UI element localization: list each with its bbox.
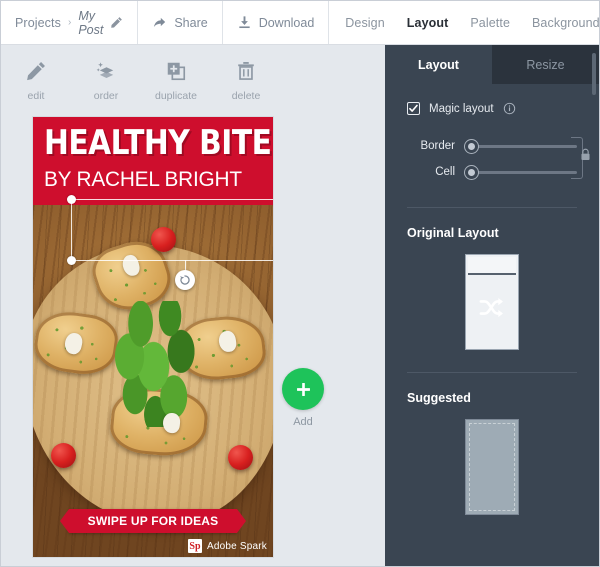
add-button-label: Add — [293, 416, 313, 428]
suggested-title: Suggested — [407, 391, 471, 405]
trash-icon — [235, 57, 257, 85]
duplicate-icon — [165, 57, 187, 85]
share-button[interactable]: Share — [138, 1, 223, 44]
spark-logo-text: Adobe Spark — [206, 540, 267, 552]
breadcrumb: Projects › My Post — [1, 1, 139, 44]
add-button[interactable] — [282, 368, 324, 410]
element-toolstrip: edit order duplicate delete — [1, 57, 281, 111]
panel-tab-layout[interactable]: Layout — [385, 45, 492, 84]
add-control: Add — [279, 368, 327, 428]
magic-layout-label: Magic layout — [429, 102, 494, 115]
canvas-area: edit order duplicate delete HEALTHY BITE… — [1, 45, 387, 566]
magic-layout-row: Magic layout — [385, 84, 599, 115]
panel-divider-2 — [407, 372, 577, 373]
tab-background[interactable]: Background — [532, 16, 599, 30]
panel-scrollbar[interactable] — [592, 53, 596, 95]
info-icon[interactable] — [503, 102, 516, 115]
editor-tabs: Design Layout Palette Background Text — [329, 1, 599, 44]
breadcrumb-projects[interactable]: Projects — [15, 16, 61, 30]
pencil-icon[interactable] — [110, 16, 123, 29]
breadcrumb-separator: › — [67, 17, 72, 28]
thumbnail-header-band — [468, 257, 516, 275]
tool-duplicate-label: duplicate — [154, 90, 198, 102]
panel-divider — [407, 207, 577, 208]
check-icon — [409, 104, 418, 112]
tool-delete[interactable]: delete — [211, 57, 281, 102]
download-icon — [237, 15, 252, 30]
tool-order[interactable]: order — [71, 57, 141, 102]
poster-subtitle[interactable]: BY RACHEL BRIGHT — [44, 169, 262, 191]
food-photo[interactable] — [33, 205, 273, 557]
spark-editor-window: Projects › My Post Share Download Design… — [0, 0, 600, 567]
original-layout-thumb-wrap — [385, 254, 599, 350]
border-slider-knob[interactable] — [465, 139, 478, 153]
download-label: Download — [258, 15, 315, 30]
border-slider-label: Border — [420, 140, 455, 152]
poster-title[interactable]: HEALTHY BITES — [44, 125, 273, 162]
shuffle-icon — [479, 298, 503, 318]
magic-layout-checkbox[interactable] — [407, 102, 420, 115]
download-button[interactable]: Download — [223, 1, 330, 44]
share-arrow-icon — [152, 16, 167, 30]
panel-tab-bar: Layout Resize — [385, 45, 599, 84]
share-label: Share — [174, 15, 208, 30]
cherry-tomato — [51, 443, 76, 468]
lock-icon[interactable] — [580, 148, 591, 161]
cell-slider-track[interactable] — [465, 165, 577, 179]
spark-logo-mark: Sp — [187, 539, 202, 553]
herb-garnish — [113, 301, 205, 427]
ribbon-label: SWIPE UP FOR IDEAS — [87, 514, 219, 528]
spacing-sliders: Border Cell — [385, 133, 599, 185]
cell-slider-knob[interactable] — [465, 165, 478, 179]
plus-icon — [296, 382, 310, 396]
tab-palette[interactable]: Palette — [470, 16, 510, 30]
tool-edit-label: edit — [27, 90, 45, 102]
tool-delete-label: delete — [231, 90, 261, 102]
panel-tab-resize[interactable]: Resize — [492, 45, 599, 84]
right-side-panel: Layout Resize Magic layout Border Cell O… — [385, 45, 599, 566]
swipe-up-ribbon[interactable]: SWIPE UP FOR IDEAS — [60, 509, 246, 533]
tool-order-label: order — [93, 90, 119, 102]
cherry-tomato — [228, 445, 253, 470]
design-canvas[interactable]: HEALTHY BITES BY RACHEL BRIGHT SWIPE UP … — [33, 117, 273, 557]
suggested-thumb-wrap — [385, 419, 599, 515]
tool-duplicate[interactable]: duplicate — [141, 57, 211, 102]
suggested-layout-thumbnail[interactable] — [465, 419, 519, 515]
top-toolbar: Projects › My Post Share Download Design… — [1, 1, 599, 45]
tab-layout[interactable]: Layout — [407, 16, 449, 30]
breadcrumb-current-project[interactable]: My Post — [78, 9, 103, 37]
border-slider-track[interactable] — [465, 139, 577, 153]
layers-order-icon — [95, 57, 118, 85]
original-layout-title: Original Layout — [407, 226, 499, 240]
tool-edit[interactable]: edit — [1, 57, 71, 102]
original-layout-thumbnail[interactable] — [465, 254, 519, 350]
tab-design[interactable]: Design — [345, 16, 385, 30]
pencil-icon — [25, 57, 47, 85]
cell-slider-label: Cell — [435, 166, 455, 178]
adobe-spark-watermark: Sp Adobe Spark — [187, 539, 267, 553]
cherry-tomato — [151, 227, 176, 252]
